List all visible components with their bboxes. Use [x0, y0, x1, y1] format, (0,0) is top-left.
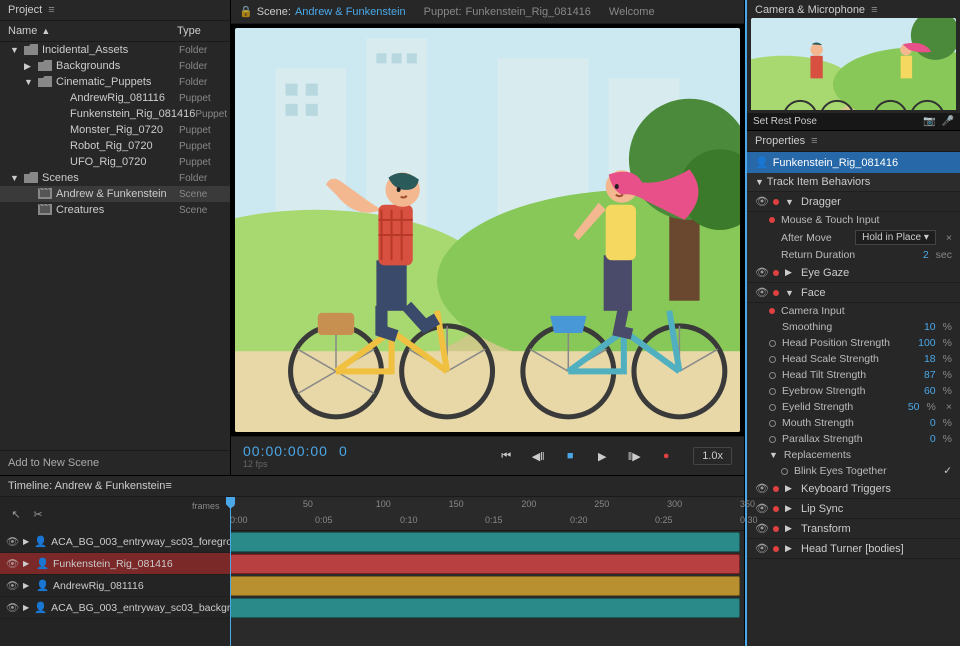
tab-scene[interactable]: 🔒 Scene: Andrew & Funkenstein: [239, 5, 406, 18]
stop-button[interactable]: ■: [559, 445, 581, 467]
timeline-clip[interactable]: [230, 532, 740, 552]
timeline-tool-arrow[interactable]: ↖: [8, 506, 24, 522]
scene-canvas: [235, 28, 740, 432]
camera-preview: [751, 18, 956, 110]
menu-icon[interactable]: ≡: [165, 480, 171, 492]
tree-item[interactable]: CreaturesScene: [0, 202, 230, 218]
go-start-button[interactable]: ⏮: [495, 445, 517, 467]
zoom-level[interactable]: 1.0x: [693, 447, 732, 465]
project-header: Project ≡: [0, 0, 230, 21]
project-title: Project: [8, 4, 42, 16]
add-to-scene-button[interactable]: Add to New Scene: [0, 450, 230, 475]
timeline-clip[interactable]: [230, 598, 740, 618]
puppet-icon: 👤: [755, 157, 769, 169]
track-row[interactable]: 👁▶👤AndrewRig_081116: [0, 575, 230, 597]
set-rest-pose-button[interactable]: Set Rest Pose: [753, 116, 817, 127]
tree-item[interactable]: ▼ScenesFolder: [0, 170, 230, 186]
menu-icon[interactable]: ≡: [811, 135, 817, 147]
timeline-clip[interactable]: [230, 576, 740, 596]
tree-item[interactable]: ▼Incidental_AssetsFolder: [0, 42, 230, 58]
close-icon[interactable]: ×: [946, 401, 952, 413]
record-button[interactable]: ●: [655, 445, 677, 467]
tree-item[interactable]: ▶BackgroundsFolder: [0, 58, 230, 74]
lock-icon: 🔒: [239, 5, 253, 18]
behavior-eye-gaze[interactable]: 👁▶ Eye Gaze: [747, 263, 960, 283]
track-row[interactable]: 👁▶👤ACA_BG_003_entryway_sc03_background: [0, 597, 230, 619]
behavior-head-turner-bodies-[interactable]: 👁▶Head Turner [bodies]: [747, 539, 960, 559]
camera-panel: Camera & Microphone ≡ Set Rest Pose 📷: [747, 0, 960, 130]
tab-puppet[interactable]: Puppet: Funkenstein_Rig_081416: [424, 6, 591, 18]
behavior-face[interactable]: 👁▼ Face: [747, 283, 960, 303]
tree-item[interactable]: UFO_Rig_0720Puppet: [0, 154, 230, 170]
track-behaviors-header[interactable]: ▼ Track Item Behaviors: [747, 173, 960, 192]
eye-icon[interactable]: 👁: [755, 195, 767, 208]
column-name[interactable]: Name▲: [8, 25, 177, 37]
timeline-tracks-list: ↖ ✂ 👁▶👤ACA_BG_003_entryway_sc03_foregrou…: [0, 497, 230, 646]
timeline-tracks-area[interactable]: frames 0501001502002503003500:000:050:10…: [230, 497, 744, 646]
behavior-dragger[interactable]: 👁▼ Dragger: [747, 192, 960, 212]
check-icon: ✓: [943, 465, 952, 477]
project-tree: ▼Incidental_AssetsFolder▶BackgroundsFold…: [0, 42, 230, 450]
eye-icon[interactable]: 👁: [755, 266, 767, 279]
webcam-icon[interactable]: 📷: [923, 116, 935, 127]
step-back-button[interactable]: ◀‖: [527, 445, 549, 467]
tree-item[interactable]: Funkenstein_Rig_081416Puppet: [0, 106, 230, 122]
chevron-down-icon: ▾: [924, 232, 929, 243]
scene-tabs: 🔒 Scene: Andrew & Funkenstein Puppet: Fu…: [231, 0, 744, 24]
eye-icon[interactable]: 👁: [755, 286, 767, 299]
after-move-select[interactable]: Hold in Place ▾: [855, 230, 936, 245]
transport-bar: 00:00:00:00 0 12 fps ⏮ ◀‖ ■ ▶ ‖▶ ● 1.0x: [231, 436, 744, 475]
playhead[interactable]: [230, 497, 231, 646]
column-type[interactable]: Type: [177, 25, 222, 37]
menu-icon[interactable]: ≡: [48, 4, 54, 16]
timeline-title: Timeline: Andrew & Funkenstein: [8, 480, 165, 492]
sort-arrow-icon: ▲: [41, 26, 50, 36]
timeline-clip[interactable]: [230, 554, 740, 574]
camera-title: Camera & Microphone: [755, 4, 865, 16]
tree-item[interactable]: Monster_Rig_0720Puppet: [0, 122, 230, 138]
tab-welcome[interactable]: Welcome: [609, 6, 655, 18]
timeline-tool-blade[interactable]: ✂: [30, 506, 46, 522]
mic-icon[interactable]: 🎤: [942, 116, 954, 127]
timecode: 00:00:00:00 0 12 fps: [243, 443, 485, 469]
track-row[interactable]: 👁▶👤Funkenstein_Rig_081416: [0, 553, 230, 575]
track-row[interactable]: 👁▶👤ACA_BG_003_entryway_sc03_foreground: [0, 531, 230, 553]
behavior-lip-sync[interactable]: 👁▶Lip Sync: [747, 499, 960, 519]
project-panel: Project ≡ Name▲ Type ▼Incidental_AssetsF…: [0, 0, 230, 475]
timeline-panel: Timeline: Andrew & Funkenstein ≡ ↖ ✂ 👁▶👤…: [0, 476, 744, 646]
right-panels: Camera & Microphone ≡ Set Rest Pose 📷: [745, 0, 960, 646]
tree-item[interactable]: Robot_Rig_0720Puppet: [0, 138, 230, 154]
tree-item[interactable]: Andrew & FunkensteinScene: [0, 186, 230, 202]
scene-viewport[interactable]: [231, 24, 744, 436]
play-button[interactable]: ▶: [591, 445, 613, 467]
close-icon[interactable]: ×: [946, 232, 952, 244]
tree-item[interactable]: ▼Cinematic_PuppetsFolder: [0, 74, 230, 90]
selected-item: 👤Funkenstein_Rig_081416: [747, 152, 960, 173]
properties-panel: Properties ≡ 👤Funkenstein_Rig_081416 ▼ T…: [747, 131, 960, 646]
step-fwd-button[interactable]: ‖▶: [623, 445, 645, 467]
project-columns: Name▲ Type: [0, 21, 230, 42]
return-duration-value[interactable]: 2: [923, 249, 929, 261]
scene-panel: 🔒 Scene: Andrew & Funkenstein Puppet: Fu…: [231, 0, 744, 475]
behavior-keyboard-triggers[interactable]: 👁▶Keyboard Triggers: [747, 479, 960, 499]
tree-item[interactable]: AndrewRig_081116Puppet: [0, 90, 230, 106]
properties-title: Properties: [755, 135, 805, 147]
behavior-transform[interactable]: 👁▶Transform: [747, 519, 960, 539]
menu-icon[interactable]: ≡: [871, 4, 877, 16]
